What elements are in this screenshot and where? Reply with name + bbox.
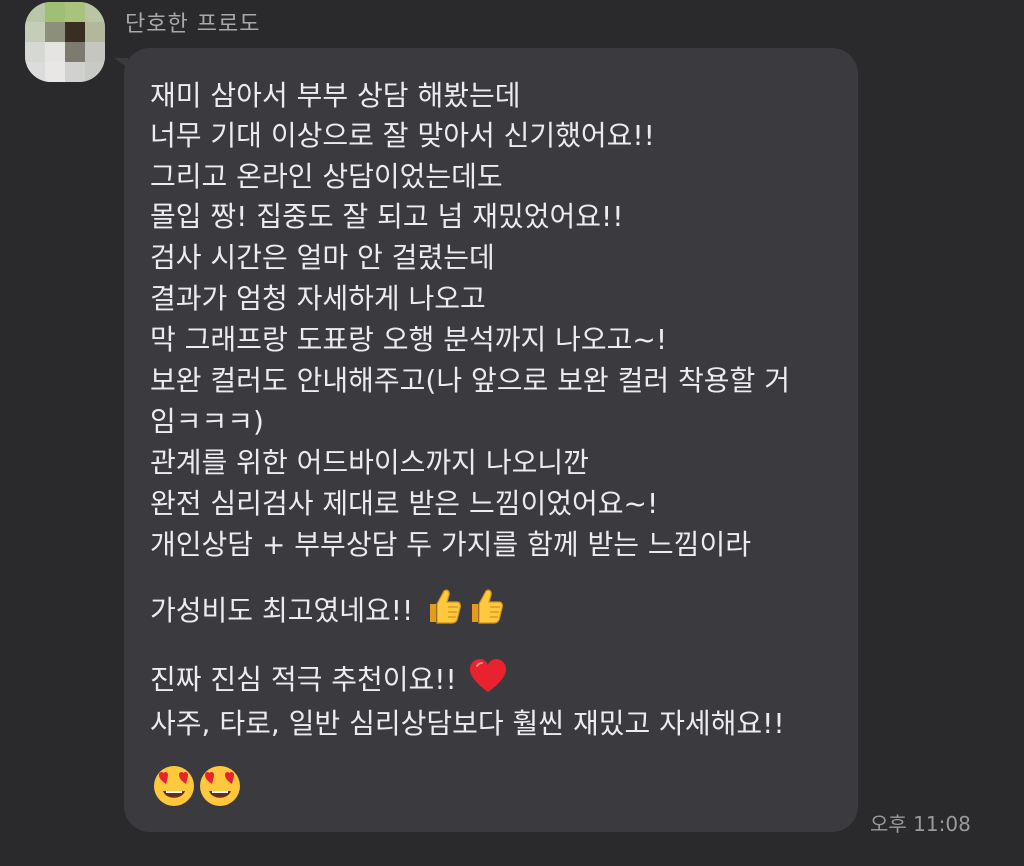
message-line: 결과가 엄청 자세하게 나오고 — [150, 282, 486, 315]
message-line: 그리고 온라인 상담이었는데도 — [150, 160, 503, 193]
pixelated-profile-avatar-icon — [25, 2, 105, 82]
thumbs-up-icon — [430, 589, 462, 624]
message-line: 개인상담 + 부부상담 두 가지를 함께 받는 느낌이라 — [150, 528, 751, 561]
message-line: 검사 시간은 얼마 안 걸렸는데 — [150, 241, 495, 274]
message-line: 너무 기대 이상으로 잘 맞아서 신기했어요!! — [150, 119, 655, 152]
message-line: 진짜 진심 적극 추천이요!! — [150, 663, 457, 696]
thumbs-up-icon — [472, 589, 504, 624]
sender-name: 단호한 프로도 — [125, 12, 261, 37]
message-line: 몰입 짱! 집중도 잘 되고 넘 재밌었어요!! — [150, 200, 624, 233]
message-timestamp: 오후 11:08 — [870, 812, 971, 836]
message-line-with-emoji: 가성비도 최고였네요!! — [150, 586, 506, 629]
message-line-with-emoji: 진짜 진심 적극 추천이요!! — [150, 657, 508, 698]
sender-avatar[interactable] — [25, 2, 105, 82]
message-line: 임ㅋㅋㅋ) — [150, 405, 264, 438]
message-line: 완전 심리검사 제대로 받은 느낌이었어요~! — [150, 487, 659, 520]
message-line: 가성비도 최고였네요!! — [150, 594, 414, 627]
red-heart-icon — [469, 659, 506, 692]
message-line: 재미 삼아서 부부 상담 해봤는데 — [150, 79, 521, 112]
message-line: 사주, 타로, 일반 심리상담보다 훨씬 재밌고 자세해요!! — [150, 707, 785, 740]
message-line: 막 그래프랑 도표랑 오행 분석까지 나오고~! — [150, 323, 668, 356]
heart-eyes-face-icon — [154, 766, 194, 806]
message-line: 보완 컬러도 안내해주고(나 앞으로 보완 컬러 착용할 거 — [150, 364, 790, 397]
emoji-line — [150, 764, 242, 811]
heart-eyes-face-icon — [200, 766, 240, 806]
message-line: 관계를 위한 어드바이스까지 나오니깐 — [150, 446, 589, 479]
